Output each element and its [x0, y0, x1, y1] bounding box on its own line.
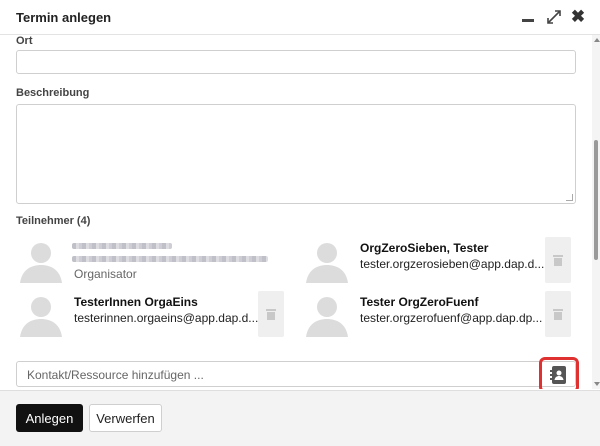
contact-resource-input[interactable]: [25, 365, 529, 385]
dialog-titlebar: Termin anlegen ✖: [0, 0, 600, 35]
remove-participant-button[interactable]: [545, 237, 571, 283]
create-button[interactable]: Anlegen: [16, 404, 83, 432]
contact-resource-field: [16, 361, 576, 387]
trash-icon: [266, 309, 276, 320]
trash-icon: [553, 255, 563, 266]
redacted-email: [72, 256, 268, 262]
location-input[interactable]: [16, 50, 576, 74]
scroll-up-icon[interactable]: [594, 38, 600, 42]
participant-name: OrgZeroSieben, Tester: [360, 241, 489, 255]
avatar-placeholder-icon: [306, 243, 348, 283]
scroll-down-icon[interactable]: [594, 382, 600, 386]
dialog-body[interactable]: Ort Beschreibung Teilnehmer (4) Organisa…: [0, 35, 600, 389]
participants-label: Teilnehmer (4): [16, 215, 91, 227]
participant-role: Organisator: [74, 267, 137, 281]
appointment-dialog: Termin anlegen ✖ Ort Beschreibung Teilne…: [0, 0, 600, 446]
address-book-button[interactable]: [548, 365, 570, 385]
participant-email: tester.orgzerosieben@app.dap.d...: [360, 257, 545, 271]
participant-orgaeins: TesterInnen OrgaEins testerinnen.orgaein…: [18, 291, 278, 341]
redacted-name: [72, 243, 172, 249]
scrollbar-thumb[interactable]: [594, 140, 598, 260]
remove-participant-button[interactable]: [258, 291, 284, 337]
avatar-placeholder-icon: [306, 297, 348, 337]
participant-orgzerofuenf: Tester OrgZeroFuenf tester.orgzerofuenf@…: [304, 291, 564, 341]
location-label: Ort: [16, 35, 33, 47]
description-label: Beschreibung: [16, 87, 90, 99]
description-textarea[interactable]: [16, 104, 576, 204]
address-book-icon: [550, 366, 566, 384]
trash-icon: [553, 309, 563, 320]
remove-participant-button[interactable]: [545, 291, 571, 337]
minimize-icon[interactable]: [519, 8, 537, 26]
participant-orgzerosieben: OrgZeroSieben, Tester tester.orgzerosieb…: [304, 237, 564, 287]
dialog-footer: Anlegen Verwerfen: [0, 390, 600, 446]
discard-button[interactable]: Verwerfen: [89, 404, 162, 432]
participant-name: TesterInnen OrgaEins: [74, 295, 198, 309]
dialog-title: Termin anlegen: [16, 10, 112, 25]
participant-email: tester.orgzerofuenf@app.dap.dp...: [360, 311, 543, 325]
avatar-placeholder-icon: [20, 243, 62, 283]
avatar-placeholder-icon: [20, 297, 62, 337]
participant-organizer: Organisator: [18, 237, 278, 287]
participant-name: Tester OrgZeroFuenf: [360, 295, 479, 309]
close-icon[interactable]: ✖: [569, 8, 587, 26]
expand-icon[interactable]: [545, 8, 563, 26]
participant-email: testerinnen.orgaeins@app.dap.d...: [74, 311, 259, 325]
